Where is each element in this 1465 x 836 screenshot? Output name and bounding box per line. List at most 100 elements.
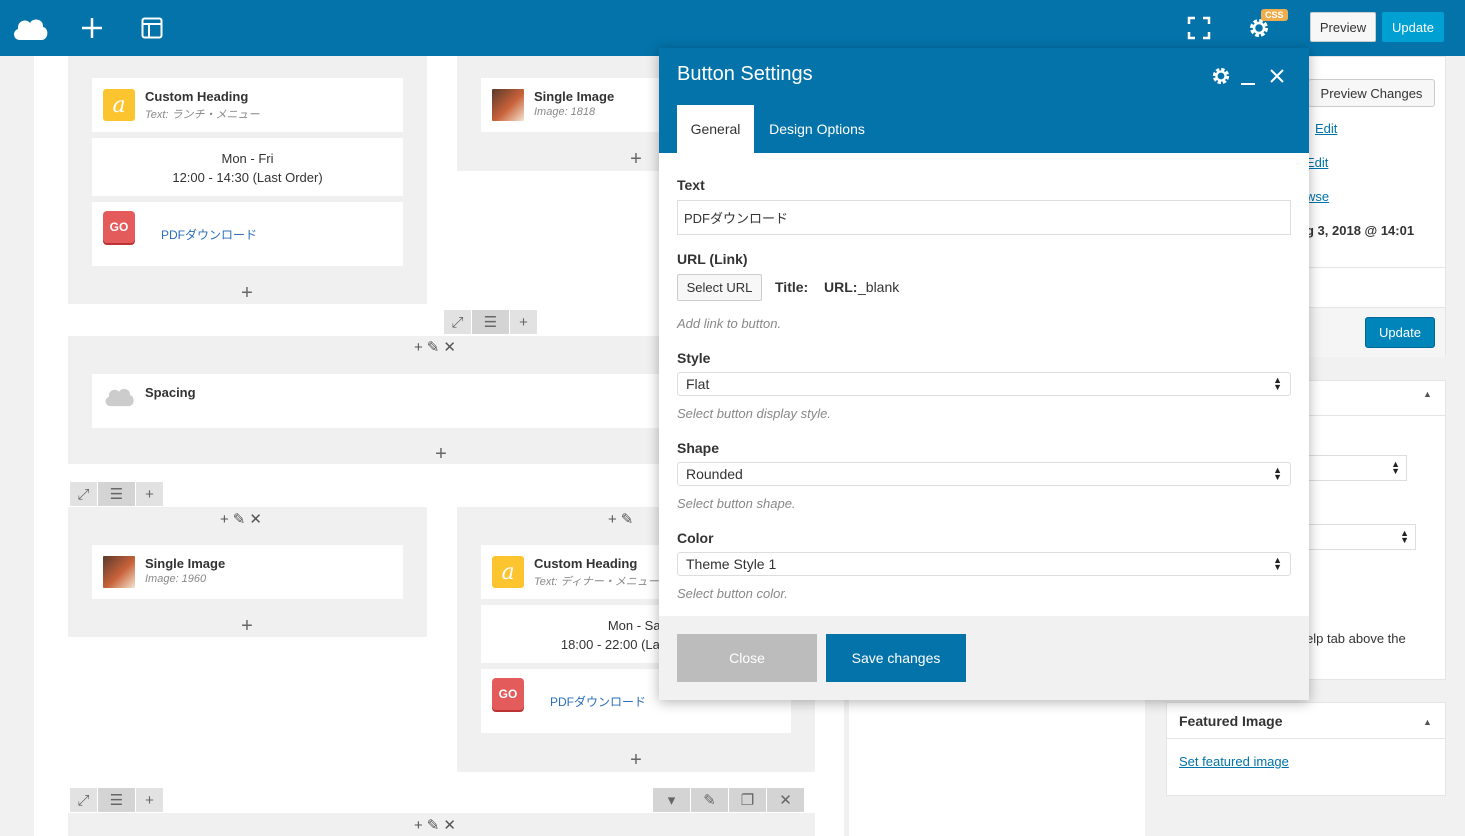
minimize-icon[interactable]: [1239, 65, 1257, 87]
row-add-icon[interactable]: +: [136, 788, 164, 812]
select-arrows-icon: ▲ ▼: [1400, 528, 1409, 545]
text-line: Mon - Fri: [221, 151, 274, 166]
add-icon[interactable]: +: [608, 511, 617, 528]
row-layout-icon[interactable]: ☰: [98, 788, 136, 812]
url-label: URL (Link): [677, 251, 748, 267]
css-badge: CSS: [1261, 9, 1288, 21]
color-select-value: Theme Style 1: [686, 556, 777, 572]
row-add-icon[interactable]: +: [510, 310, 538, 334]
preview-changes-button[interactable]: Preview Changes: [1308, 79, 1435, 107]
divider: [1301, 267, 1445, 268]
publish-date: g 3, 2018 @ 14:01: [1306, 223, 1415, 238]
element-title: Single Image: [145, 556, 226, 571]
add-element-plus-icon[interactable]: +: [626, 750, 646, 770]
update-post-button[interactable]: Update: [1365, 317, 1435, 348]
single-image-element[interactable]: Single Image Image: 1960: [92, 545, 403, 599]
publish-actions: Update: [1301, 307, 1445, 357]
row-toolbar: ⤢ ☰ +: [444, 310, 538, 334]
row-layout-icon[interactable]: ☰: [98, 482, 136, 506]
modal-settings-gear-icon[interactable]: [1211, 65, 1231, 87]
color-help: Select button color.: [677, 586, 788, 601]
divider: [1167, 738, 1445, 739]
spacing-element[interactable]: Spacing: [92, 374, 659, 428]
close-icon[interactable]: ✕: [443, 338, 456, 356]
add-element-plus-icon[interactable]: +: [431, 444, 451, 464]
add-element-plus-icon[interactable]: +: [626, 149, 646, 169]
color-select[interactable]: Theme Style 1 ▲ ▼: [677, 552, 1291, 576]
row-expand-icon[interactable]: ⤢: [70, 482, 98, 506]
row-layout-icon[interactable]: ☰: [472, 310, 510, 334]
pencil-edit-icon[interactable]: ✎: [233, 510, 246, 528]
preview-button[interactable]: Preview: [1310, 12, 1376, 42]
row-delete-icon[interactable]: ✕: [767, 788, 805, 812]
custom-heading-icon: a: [492, 556, 524, 588]
button-element[interactable]: GO PDFダウンロード: [92, 202, 403, 266]
tab-general[interactable]: General: [677, 105, 754, 153]
browse-link[interactable]: wse: [1306, 189, 1329, 204]
shape-label: Shape: [677, 440, 720, 456]
add-icon[interactable]: +: [414, 817, 423, 834]
update-button[interactable]: Update: [1382, 12, 1444, 42]
pencil-edit-icon[interactable]: ✎: [427, 338, 440, 356]
row-clone-icon[interactable]: ❐: [729, 788, 767, 812]
close-icon[interactable]: ✕: [443, 816, 456, 834]
template-select[interactable]: ▲ ▼: [1301, 524, 1416, 550]
text-label: Text: [677, 177, 705, 193]
parent-select[interactable]: ▲ ▼: [1301, 455, 1407, 481]
custom-heading-element[interactable]: a Custom Heading Text: ランチ・メニュー: [92, 78, 403, 132]
select-arrows-icon: ▲ ▼: [1391, 459, 1400, 476]
add-icon[interactable]: +: [414, 339, 423, 356]
row-add-icon[interactable]: +: [136, 482, 164, 506]
status-edit-link[interactable]: Edit: [1315, 121, 1337, 136]
select-arrows-icon: ▲ ▼: [1273, 375, 1282, 392]
row-toggle-icon[interactable]: ▾: [653, 788, 691, 812]
pencil-edit-icon[interactable]: ✎: [427, 816, 440, 834]
single-image-element[interactable]: Single Image Image: 1818: [481, 78, 659, 132]
go-button-icon: GO: [492, 678, 524, 710]
style-select-value: Flat: [686, 376, 710, 392]
row-expand-icon[interactable]: ⤢: [444, 310, 472, 334]
image-thumbnail: [103, 556, 135, 588]
cloud-logo-icon[interactable]: [10, 0, 50, 56]
help-text: elp tab above the: [1306, 631, 1406, 646]
close-icon[interactable]: ✕: [249, 510, 262, 528]
add-element-icon[interactable]: [78, 0, 106, 56]
url-help: Add link to button.: [677, 316, 782, 331]
close-icon[interactable]: [1268, 65, 1286, 87]
custom-heading-icon: a: [103, 89, 135, 121]
style-select[interactable]: Flat ▲ ▼: [677, 372, 1291, 396]
shape-select[interactable]: Rounded ▲ ▼: [677, 462, 1291, 486]
featured-image-box: Featured Image ▲ Set featured image: [1166, 702, 1446, 796]
element-title: Spacing: [145, 385, 196, 400]
add-element-plus-icon[interactable]: +: [237, 283, 257, 303]
pencil-edit-icon[interactable]: ✎: [621, 510, 634, 528]
content-area: [849, 700, 1145, 836]
tab-design-options[interactable]: Design Options: [755, 105, 879, 153]
button-link-text: PDFダウンロード: [550, 695, 647, 709]
collapse-arrow-icon[interactable]: ▲: [1423, 389, 1432, 399]
select-url-button[interactable]: Select URL: [677, 274, 762, 301]
close-button[interactable]: Close: [677, 634, 817, 682]
text-block-element[interactable]: Mon - Fri 12:00 - 14:30 (Last Order): [92, 138, 403, 196]
save-changes-button[interactable]: Save changes: [826, 634, 966, 682]
text-input[interactable]: PDFダウンロード: [677, 200, 1291, 235]
row-expand-icon[interactable]: ⤢: [70, 788, 98, 812]
set-featured-image-link[interactable]: Set featured image: [1179, 754, 1289, 769]
element-subtitle: Image: 1960: [145, 573, 207, 585]
add-element-plus-icon[interactable]: +: [237, 616, 257, 636]
image-thumbnail: [492, 89, 524, 121]
shape-help: Select button shape.: [677, 496, 796, 511]
collapse-arrow-icon[interactable]: ▲: [1423, 717, 1432, 727]
row-toolbar: ⤢ ☰ +: [70, 788, 164, 812]
text-line: 12:00 - 14:30 (Last Order): [172, 170, 323, 185]
go-button-icon: GO: [103, 211, 135, 243]
row-actions-toolbar: ▾ ✎ ❐ ✕: [653, 788, 805, 812]
visibility-edit-link[interactable]: Edit: [1306, 155, 1328, 170]
column-controls: + ✎ ✕: [220, 510, 262, 529]
row-edit-icon[interactable]: ✎: [691, 788, 729, 812]
modal-title: Button Settings: [677, 63, 813, 85]
column-controls: + ✎: [608, 510, 634, 529]
add-icon[interactable]: +: [220, 511, 229, 528]
shape-select-value: Rounded: [686, 466, 743, 482]
layout-template-icon[interactable]: [140, 0, 164, 56]
